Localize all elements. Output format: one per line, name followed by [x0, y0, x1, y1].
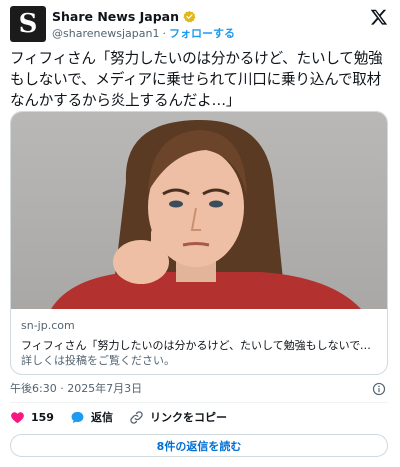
copy-link-label: リンクをコピー: [149, 411, 227, 424]
link-preview-meta: sn-jp.com フィフィさん「努力したいのは分かるけど、たいして勉強もしない…: [21, 319, 381, 368]
handle[interactable]: @sharenewsjapan1: [52, 27, 159, 40]
info-icon[interactable]: [372, 382, 386, 396]
like-count: 159: [31, 410, 54, 424]
heart-icon: [11, 411, 24, 423]
action-bar: 159 返信 リンクをコピー: [10, 407, 243, 427]
woman-pointing-illustration: [51, 119, 361, 309]
reply-button[interactable]: 返信: [70, 409, 113, 425]
link-title[interactable]: フィフィさん「努力したいのは分かるけど、たいして勉強もしないで、…: [21, 338, 381, 353]
timestamp[interactable]: 午後6:30 · 2025年7月3日: [10, 381, 142, 397]
separator-dot: ·: [162, 26, 166, 40]
avatar-letter: S: [18, 9, 38, 39]
display-name[interactable]: Share News Japan: [52, 9, 179, 24]
x-logo-icon[interactable]: [370, 8, 388, 26]
link-preview-image[interactable]: [11, 112, 387, 309]
tweet-text: フィフィさん「努力したいのは分かるけど、たいして勉強もしないで、メディアに乗せら…: [10, 50, 383, 109]
link-preview-card[interactable]: sn-jp.com フィフィさん「努力したいのは分かるけど、たいして勉強もしない…: [10, 111, 388, 375]
link-icon: [130, 410, 143, 424]
tweet-embed-card: S Share News Japan @sharenewsjapan1 · フォ…: [0, 0, 400, 467]
timestamp-row: 午後6:30 · 2025年7月3日: [10, 381, 388, 397]
name-row: Share News Japan: [52, 8, 196, 24]
copy-link-button[interactable]: リンクをコピー: [129, 409, 227, 425]
reply-bubble-icon: [71, 411, 84, 423]
reply-label: 返信: [90, 411, 113, 424]
tweet-header: S Share News Japan @sharenewsjapan1 · フォ…: [10, 6, 390, 42]
link-description: 詳しくは投稿をご覧ください。: [21, 354, 175, 367]
read-replies-button[interactable]: 8件の返信を読む: [10, 434, 388, 457]
link-domain[interactable]: sn-jp.com: [21, 319, 381, 333]
handle-row: @sharenewsjapan1 · フォローする: [52, 25, 235, 41]
verified-badge-icon: [183, 10, 196, 22]
divider: [10, 402, 388, 403]
follow-button[interactable]: フォローする: [169, 25, 235, 41]
like-button[interactable]: 159: [10, 410, 54, 425]
avatar[interactable]: S: [10, 6, 46, 42]
